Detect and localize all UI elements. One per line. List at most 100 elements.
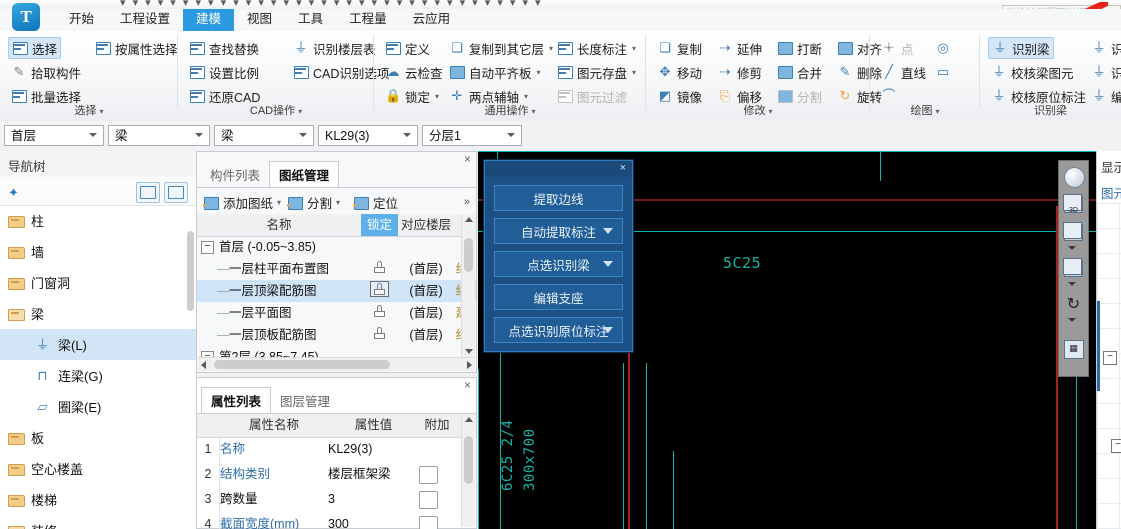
- ribbon-item-auto-align-slab-icon[interactable]: 自动平齐板 ▾: [446, 61, 544, 83]
- chevron-down-icon[interactable]: [1068, 318, 1076, 322]
- chevron-down-icon[interactable]: ▾: [277, 198, 281, 207]
- ribbon-item-check-beam-element-icon[interactable]: ⏚ 校核梁图元: [988, 61, 1077, 83]
- group-expand-icon[interactable]: ▾: [531, 107, 535, 116]
- drawing-row-lock-cell[interactable]: [361, 258, 398, 280]
- ribbon-item-merge-icon[interactable]: 合并: [774, 61, 825, 83]
- dialog-close-icon[interactable]: ×: [620, 162, 626, 174]
- properties_panel-tab-1[interactable]: 图层管理: [271, 388, 339, 414]
- group-expand-icon[interactable]: ▾: [935, 107, 939, 116]
- ribbon-item-recognize-beam-icon[interactable]: ⏚ 识别梁: [988, 37, 1054, 59]
- properties-col-2[interactable]: 附加: [419, 414, 455, 437]
- nav-item-2[interactable]: 门窗洞: [0, 267, 196, 298]
- chevron-down-icon[interactable]: [299, 133, 307, 137]
- ribbon-tab-3[interactable]: 视图: [234, 9, 285, 31]
- properties_panel-tab-0[interactable]: 属性列表: [201, 387, 272, 415]
- ribbon-item-save-element-icon[interactable]: 图元存盘 ▾: [554, 61, 639, 83]
- ribbon-item-define-icon[interactable]: 定义: [382, 37, 433, 59]
- drawing-col-1[interactable]: 锁定: [361, 214, 398, 236]
- ribbon-item-find-replace-icon[interactable]: 查找替换: [186, 37, 262, 59]
- property-value[interactable]: 3: [328, 487, 335, 512]
- ribbon-item-length-dimension-icon[interactable]: 长度标注 ▾: [554, 37, 639, 59]
- display-panel-scrollbar[interactable]: [1097, 301, 1100, 391]
- dialog-button-1[interactable]: 自动提取标注: [494, 218, 623, 244]
- ribbon-item-select-by-property-icon[interactable]: 按属性选择: [92, 37, 181, 59]
- chevron-down-icon[interactable]: ▾: [549, 44, 553, 53]
- chevron-down-icon[interactable]: ▾: [632, 68, 636, 77]
- nav-item-8[interactable]: 空心楼盖: [0, 453, 196, 484]
- chevron-down-icon[interactable]: ▾: [632, 44, 636, 53]
- ribbon-item-set-scale-icon[interactable]: 设置比例: [186, 61, 262, 83]
- selector-component[interactable]: KL29(3): [318, 125, 418, 146]
- nav-item-5[interactable]: ⊓ 连梁(G): [0, 360, 196, 391]
- display-row-expander-1[interactable]: −: [1103, 351, 1117, 365]
- group-expand-icon[interactable]: ▾: [298, 107, 302, 116]
- ribbon-item-circle-icon[interactable]: ◎: [932, 37, 958, 59]
- selector-floor[interactable]: 首层: [4, 125, 104, 146]
- properties-vscrollbar[interactable]: [461, 414, 475, 527]
- navigation-scrollbar[interactable]: [187, 231, 194, 311]
- nav-item-0[interactable]: 柱: [0, 205, 196, 236]
- ribbon-item-extend-icon[interactable]: ⇢ 延伸: [714, 37, 765, 59]
- drawing-tool-locate-icon[interactable]: 定位: [353, 193, 398, 212]
- nav-item-9[interactable]: 楼梯: [0, 484, 196, 515]
- close-icon-drawings[interactable]: ×: [464, 153, 471, 165]
- ribbon-item-select-icon[interactable]: 选择: [8, 37, 62, 59]
- group-expand-icon[interactable]: ▾: [768, 107, 772, 116]
- drawing-row[interactable]: —一层顶梁配筋图(首层)结: [197, 280, 476, 302]
- drawing_panel-tab-1[interactable]: 图纸管理: [269, 161, 340, 189]
- nav3d-view-rotate[interactable]: ↻: [1062, 293, 1085, 316]
- close-icon-properties[interactable]: ×: [464, 379, 471, 391]
- ribbon-item-break-icon[interactable]: 打断: [774, 37, 825, 59]
- drawing-row[interactable]: —一层顶板配筋图(首层)结: [197, 324, 476, 346]
- property-row[interactable]: 3 跨数量 3: [197, 487, 476, 512]
- drawing-tool-split-drawing-icon[interactable]: 分割 ▾: [287, 193, 340, 212]
- chevron-down-icon[interactable]: [603, 228, 613, 234]
- drawing-tool-add-drawing-icon[interactable]: 添加图纸 ▾: [203, 193, 281, 212]
- drawing-row-lock-cell[interactable]: [361, 324, 398, 346]
- drawing_panel-tab-0[interactable]: 构件列表: [201, 162, 269, 188]
- ribbon-item-line-icon[interactable]: ╱ 直线: [878, 61, 929, 83]
- chevron-down-icon[interactable]: ▾: [537, 68, 541, 77]
- property-row[interactable]: 2 结构类别 楼层框架梁: [197, 462, 476, 487]
- dialog-button-3[interactable]: 编辑支座: [494, 284, 623, 310]
- chevron-down-icon[interactable]: ▾: [435, 92, 439, 101]
- display-panel-tab[interactable]: 图元: [1101, 183, 1121, 202]
- ribbon-item-move-icon[interactable]: ✥ 移动: [654, 61, 705, 83]
- nav3d-view-solid[interactable]: [1062, 257, 1085, 280]
- ribbon-item-recognize-icon-b[interactable]: ⏚ 识: [1088, 61, 1121, 83]
- drawing-row[interactable]: − 首层 (-0.05~3.85): [197, 236, 476, 258]
- dialog-button-2[interactable]: 点选识别梁: [494, 251, 623, 277]
- chevron-down-icon[interactable]: [195, 133, 203, 137]
- dialog-button-0[interactable]: 提取边线: [494, 185, 623, 211]
- nav-item-1[interactable]: 墙: [0, 236, 196, 267]
- drawing-row-lock-cell[interactable]: [361, 302, 398, 324]
- chevron-down-icon[interactable]: ▾: [336, 198, 340, 207]
- detail-view-button[interactable]: [164, 182, 188, 203]
- properties-col-0[interactable]: 属性名称: [220, 414, 328, 437]
- nav-item-10[interactable]: 装修: [0, 515, 196, 529]
- selector-layer[interactable]: 分层1: [422, 125, 522, 146]
- chevron-down-icon[interactable]: [403, 133, 411, 137]
- ribbon-tab-2[interactable]: 建模: [183, 9, 235, 31]
- quick-access-toolbar[interactable]: ▾ ▾ ▾ ▾ ▾ ▾ ▾ ▾ ▾ ▾ ▾ ▾ ▾ ▾ ▾ ▾ ▾ ▾ ▾ ▾ …: [0, 0, 1121, 9]
- property-value[interactable]: 楼层框架梁: [328, 462, 391, 487]
- selector-type[interactable]: 梁: [214, 125, 314, 146]
- ribbon-tab-6[interactable]: 云应用: [400, 9, 464, 31]
- dialog-button-4[interactable]: 点选识别原位标注: [494, 317, 623, 343]
- drawing-row[interactable]: —一层平面图(首层)建: [197, 302, 476, 324]
- ribbon-item-recognize-floor-table-icon[interactable]: ⏚ 识别楼层表: [290, 37, 379, 59]
- chevron-down-icon[interactable]: [1068, 246, 1076, 250]
- ribbon-item-copy-icon[interactable]: ❏ 复制: [654, 37, 705, 59]
- property-value[interactable]: KL29(3): [328, 437, 372, 462]
- property-attach-checkbox[interactable]: [419, 516, 438, 529]
- drawing-col-2[interactable]: 对应楼层: [398, 214, 454, 236]
- selector-category[interactable]: 梁: [108, 125, 210, 146]
- overflow-icon[interactable]: »: [464, 196, 470, 208]
- property-row[interactable]: 1 名称 KL29(3): [197, 437, 476, 462]
- ribbon-tab-1[interactable]: 工程设置: [107, 9, 183, 31]
- ribbon-tab-5[interactable]: 工程量: [336, 9, 400, 31]
- nav3d-view-layers[interactable]: ▦: [1062, 337, 1085, 360]
- expander-icon[interactable]: −: [201, 241, 214, 255]
- ribbon-tab-0[interactable]: 开始: [56, 9, 107, 31]
- nav-item-4[interactable]: ⏚ 梁(L): [0, 329, 196, 360]
